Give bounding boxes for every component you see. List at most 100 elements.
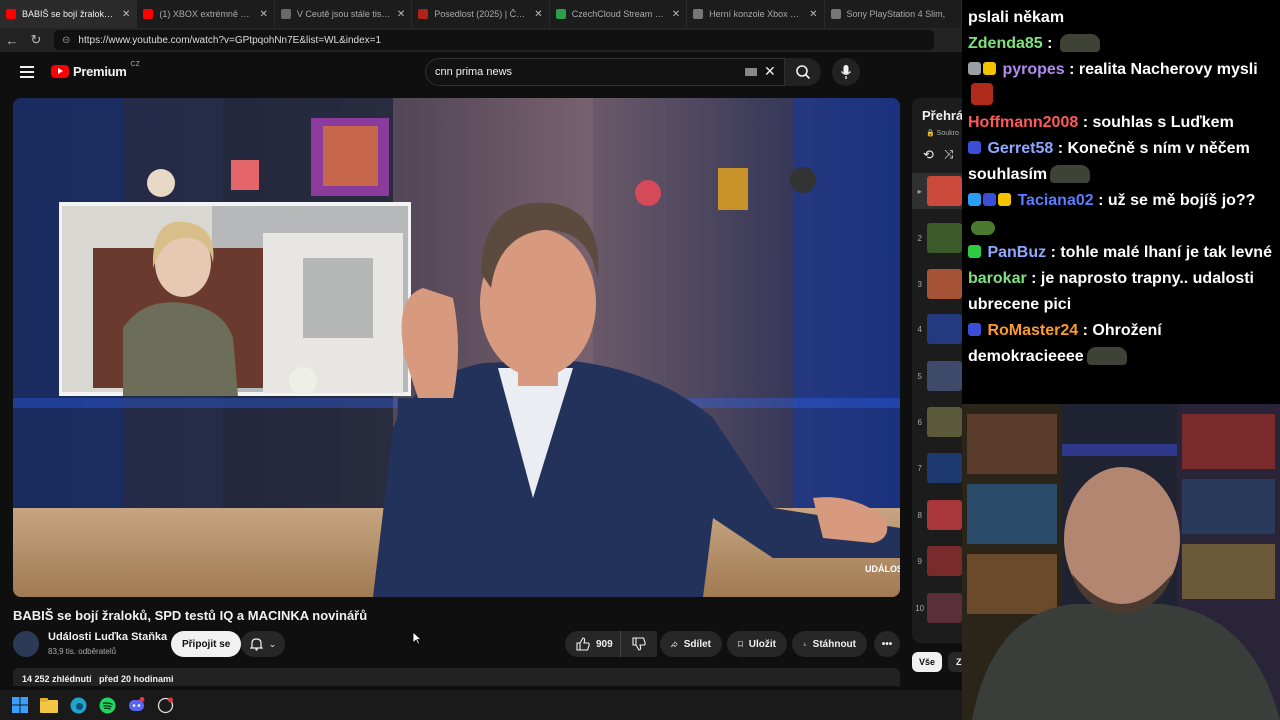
clear-search-icon[interactable]: ✕ bbox=[764, 63, 776, 80]
dislike-button[interactable] bbox=[620, 631, 656, 657]
download-icon bbox=[803, 642, 807, 646]
close-icon[interactable]: ✕ bbox=[259, 9, 267, 20]
playlist-thumbnail bbox=[927, 361, 962, 391]
channel-watermark: UDÁLOSTI bbox=[865, 564, 900, 574]
tab-title: Herní konzole Xbox Series | bbox=[709, 9, 804, 19]
chat-message: Gerret58 : Konečně s ním v něčem souhlas… bbox=[968, 136, 1274, 188]
face-emote-icon bbox=[971, 83, 993, 105]
discord-icon[interactable] bbox=[127, 696, 145, 714]
channel-name[interactable]: Události Luďka Staňka bbox=[48, 631, 167, 643]
playlist-item[interactable]: 5 bbox=[912, 358, 962, 394]
playlist-item[interactable]: 2 bbox=[912, 220, 962, 256]
playlist-index: 4 bbox=[917, 324, 922, 334]
youtube-play-icon bbox=[51, 65, 69, 78]
chat-text: : souhlas s Luďkem bbox=[1078, 114, 1234, 131]
page-favicon-icon bbox=[830, 9, 841, 19]
playlist-item[interactable]: 6 bbox=[912, 404, 962, 440]
chat-message: pslali někam bbox=[968, 5, 1274, 31]
playlist-thumbnail bbox=[927, 269, 962, 299]
shuffle-icon[interactable]: ⤨ bbox=[944, 147, 954, 163]
back-arrow-icon[interactable]: ← bbox=[0, 33, 24, 48]
playlist-thumbnail bbox=[927, 453, 962, 483]
playlist-thumbnail bbox=[927, 546, 962, 576]
notifications-button[interactable]: ⌄ bbox=[241, 631, 285, 657]
app-icon[interactable] bbox=[156, 696, 174, 714]
youtube-logo[interactable]: Premium CZ bbox=[51, 61, 140, 79]
browser-tab[interactable]: Sony PlayStation 4 Slim, bbox=[825, 0, 962, 28]
keyboard-icon[interactable] bbox=[745, 68, 757, 76]
badge-icon bbox=[968, 141, 981, 154]
playlist-item[interactable]: 10 bbox=[912, 590, 962, 626]
playlist-thumbnail bbox=[927, 176, 962, 206]
download-button[interactable]: Stáhnout bbox=[792, 631, 867, 657]
site-info-icon[interactable]: ⊝ bbox=[62, 35, 70, 46]
pepe-emote-icon bbox=[1086, 347, 1127, 365]
voice-search-button[interactable] bbox=[832, 58, 860, 86]
more-actions-button[interactable]: ••• bbox=[874, 631, 900, 657]
mic-icon bbox=[840, 65, 852, 79]
close-icon[interactable]: ✕ bbox=[397, 9, 405, 20]
share-button[interactable]: Sdílet bbox=[660, 631, 722, 657]
chat-text: : bbox=[1042, 35, 1057, 52]
file-explorer-icon[interactable] bbox=[40, 696, 58, 714]
bookmark-icon bbox=[738, 641, 743, 648]
chat-message: Zdenda85 : bbox=[968, 31, 1274, 57]
chat-message: pyropes : realita Nacherovy mysli bbox=[968, 57, 1274, 110]
search-button[interactable] bbox=[785, 58, 821, 86]
hamburger-icon[interactable] bbox=[20, 66, 34, 81]
loop-icon[interactable]: ⟲ bbox=[923, 147, 934, 163]
playlist-privacy-label: Soukro bbox=[936, 130, 959, 137]
playlist-item[interactable]: 4 bbox=[912, 311, 962, 347]
crown-badge-icon bbox=[998, 193, 1011, 206]
close-icon[interactable]: ✕ bbox=[809, 9, 817, 20]
page-favicon-icon bbox=[693, 9, 704, 19]
browser-tab[interactable]: Herní konzole Xbox Series | ✕ bbox=[687, 0, 825, 28]
close-icon[interactable]: ✕ bbox=[534, 9, 542, 20]
badge-icon bbox=[968, 323, 981, 336]
playlist-item[interactable]: ▸ bbox=[912, 173, 962, 209]
browser-tab[interactable]: V Ceutě jsou stále tisíce mig ✕ bbox=[275, 0, 413, 28]
browser-tab[interactable]: Posedlost (2025) | ČSFD.cz ✕ bbox=[412, 0, 550, 28]
badge-icon bbox=[968, 62, 981, 75]
tab-title: CzechCloud Stream - Watch bbox=[571, 9, 666, 19]
windows-start-icon[interactable] bbox=[11, 696, 29, 714]
url-field[interactable]: ⊝ https://www.youtube.com/watch?v=GPtpqo… bbox=[54, 30, 934, 50]
playlist-item[interactable]: 3 bbox=[912, 266, 962, 302]
browser-tab[interactable]: BABIŠ se bojí žraloků, SP ✕ bbox=[0, 0, 138, 28]
playlist-thumbnail bbox=[927, 593, 962, 623]
search-input[interactable]: cnn prima news bbox=[425, 58, 785, 86]
edge-browser-icon[interactable] bbox=[69, 696, 87, 714]
channel-avatar[interactable] bbox=[13, 631, 39, 657]
czechcloud-favicon-icon bbox=[555, 9, 566, 19]
chat-username: PanBuz bbox=[987, 244, 1047, 261]
browser-tab[interactable]: (1) XBOX extrémně zdražil. ✕ bbox=[137, 0, 275, 28]
browser-tab[interactable]: CzechCloud Stream - Watch ✕ bbox=[550, 0, 688, 28]
playlist-item[interactable]: 9 bbox=[912, 543, 962, 579]
playlist-thumbnail bbox=[927, 500, 962, 530]
join-button[interactable]: Připojit se bbox=[171, 631, 242, 657]
youtube-favicon-icon bbox=[143, 9, 154, 19]
close-icon[interactable]: ✕ bbox=[122, 9, 130, 20]
taskbar bbox=[0, 690, 962, 720]
reload-icon[interactable]: ↻ bbox=[24, 32, 48, 48]
chip-next[interactable]: Z bbox=[948, 652, 962, 672]
playlist-thumbnail bbox=[927, 407, 962, 437]
more-icon: ••• bbox=[881, 638, 893, 650]
video-title: BABIŠ se bojí žraloků, SPD testů IQ a MA… bbox=[13, 608, 368, 623]
spotify-icon[interactable] bbox=[98, 696, 116, 714]
description-box[interactable]: 14 252 zhlédnutí před 20 hodinami bbox=[13, 668, 900, 686]
save-label: Uložit bbox=[748, 638, 776, 650]
playlist-item[interactable]: 8 bbox=[912, 497, 962, 533]
chat-username: Taciana02 bbox=[1017, 192, 1094, 209]
playlist-thumbnail bbox=[927, 223, 962, 253]
crown-badge-icon bbox=[983, 62, 996, 75]
share-icon bbox=[671, 640, 678, 647]
playlist-index: 9 bbox=[917, 556, 922, 566]
playlist-item[interactable]: 7 bbox=[912, 450, 962, 486]
close-icon[interactable]: ✕ bbox=[672, 9, 680, 20]
video-player[interactable]: UDÁLOSTI bbox=[13, 98, 900, 597]
chat-username: RoMaster24 bbox=[987, 322, 1079, 339]
chat-message: PanBuz : tohle malé lhaní je tak levné bbox=[968, 240, 1274, 266]
chip-all[interactable]: Vše bbox=[912, 652, 942, 672]
save-button[interactable]: Uložit bbox=[727, 631, 787, 657]
